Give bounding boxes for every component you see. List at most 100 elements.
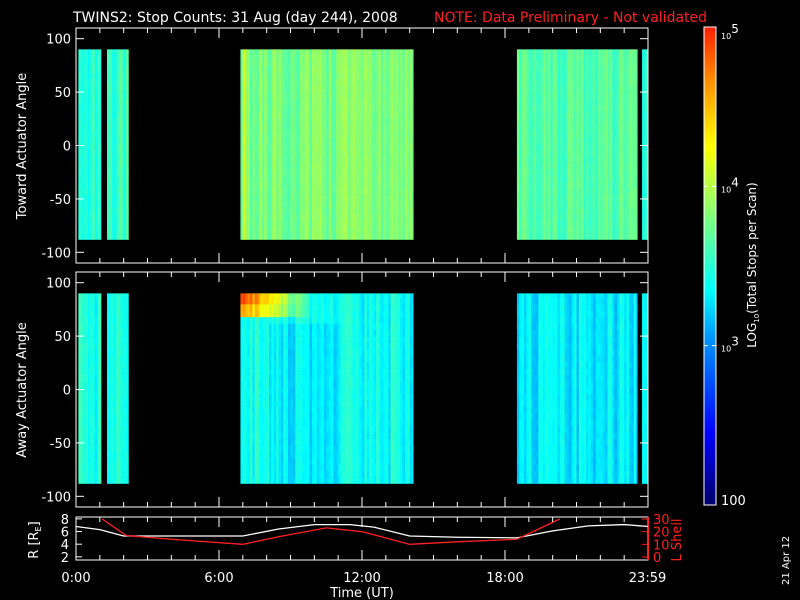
heatmap-cell: [624, 169, 627, 176]
heatmap-cell: [621, 188, 625, 195]
heatmap-cell: [266, 79, 270, 86]
heatmap-cell: [78, 457, 82, 465]
heatmap-cell: [121, 355, 124, 363]
heatmap-cell: [583, 181, 587, 189]
heatmap-cell: [92, 400, 96, 407]
heatmap-cell: [109, 124, 113, 131]
heatmap-cell: [617, 53, 620, 61]
heatmap-cell: [559, 181, 563, 189]
heatmap-cell: [283, 124, 287, 131]
heatmap-cell: [624, 175, 627, 183]
heatmap-cell: [559, 53, 563, 61]
heatmap-cell: [371, 188, 375, 195]
heatmap-cell: [273, 233, 277, 240]
heatmap-cell: [590, 220, 594, 227]
heatmap-cell: [347, 53, 351, 61]
heatmap-cell: [97, 213, 101, 221]
heatmap-cell: [607, 117, 611, 125]
heatmap-cell: [590, 79, 594, 86]
heatmap-cell: [378, 175, 382, 183]
heatmap-cell: [574, 117, 577, 125]
heatmap-cell: [280, 181, 284, 189]
heatmap-cell: [381, 175, 384, 183]
heatmap-cell: [259, 49, 263, 54]
heatmap-cell: [547, 111, 551, 119]
heatmap-cell: [85, 162, 89, 170]
heatmap-cell: [545, 104, 549, 112]
heatmap-cell: [378, 72, 382, 80]
heatmap-cell: [106, 207, 110, 215]
heatmap-cell: [95, 316, 98, 324]
heatmap-cell: [90, 425, 93, 433]
heatmap-cell: [371, 233, 375, 240]
heatmap-cell: [564, 201, 568, 208]
heatmap-cell: [276, 175, 279, 183]
heatmap-cell: [273, 188, 277, 195]
heatmap-cell: [257, 175, 260, 183]
heatmap-cell: [607, 149, 611, 157]
heatmap-cell: [314, 66, 318, 74]
heatmap-cell: [535, 162, 539, 170]
heatmap-cell: [78, 117, 82, 125]
heatmap-cell: [555, 117, 558, 125]
heatmap-cell: [366, 207, 370, 215]
heatmap-cell: [342, 136, 346, 144]
heatmap-cell: [342, 85, 346, 93]
heatmap-cell: [276, 117, 279, 125]
heatmap-cell: [321, 136, 325, 144]
heatmap-cell: [590, 201, 594, 208]
heatmap-cell: [259, 85, 263, 93]
heatmap-cell: [624, 66, 627, 74]
heatmap-cell: [602, 98, 606, 106]
heatmap-cell: [83, 213, 86, 221]
heatmap-cell: [607, 156, 611, 163]
heatmap-cell: [381, 136, 384, 144]
heatmap-cell: [636, 220, 638, 227]
heatmap-cell: [106, 149, 110, 157]
heatmap-cell: [280, 60, 284, 67]
heatmap-cell: [309, 85, 313, 93]
heatmap-cell: [257, 60, 260, 67]
heatmap-cell: [566, 130, 570, 138]
heatmap-cell: [307, 85, 310, 93]
heatmap-cell: [547, 117, 551, 125]
heatmap-cell: [388, 124, 391, 131]
heatmap-cell: [126, 451, 129, 459]
heatmap-cell: [528, 201, 532, 208]
heatmap-cell: [545, 194, 549, 202]
heatmap-cell: [123, 355, 127, 363]
heatmap-cell: [550, 162, 553, 170]
heatmap-cell: [123, 162, 127, 170]
heatmap-cell: [628, 220, 632, 227]
heatmap-cell: [242, 104, 246, 112]
heatmap-cell: [92, 130, 96, 138]
heatmap-cell: [109, 361, 113, 369]
heatmap-cell: [118, 374, 122, 382]
heatmap-cell: [369, 124, 372, 131]
heatmap-cell: [605, 162, 608, 170]
heatmap-cell: [612, 85, 615, 93]
heatmap-cell: [364, 181, 368, 189]
heatmap-cell: [333, 136, 337, 144]
heatmap-cell: [345, 233, 348, 240]
heatmap-cell: [621, 169, 625, 176]
heatmap-cell: [559, 149, 563, 157]
heatmap-cell: [392, 162, 396, 170]
heatmap-cell: [562, 49, 565, 54]
heatmap-cell: [121, 425, 124, 433]
heatmap-cell: [297, 143, 301, 151]
heatmap-cell: [278, 201, 282, 208]
heatmap-cell: [326, 117, 329, 125]
heatmap-cell: [404, 104, 408, 112]
heatmap-cell: [90, 464, 93, 471]
heatmap-cell: [95, 111, 98, 119]
heatmap-cell: [80, 329, 84, 337]
heatmap-cell: [118, 136, 122, 144]
heatmap-cell: [547, 72, 551, 80]
heatmap-cell: [524, 156, 527, 163]
heatmap-cell: [254, 169, 258, 176]
heatmap-cell: [644, 156, 648, 163]
heatmap-cell: [247, 111, 251, 119]
heatmap-cell: [245, 117, 248, 125]
heatmap-cell: [602, 169, 606, 176]
